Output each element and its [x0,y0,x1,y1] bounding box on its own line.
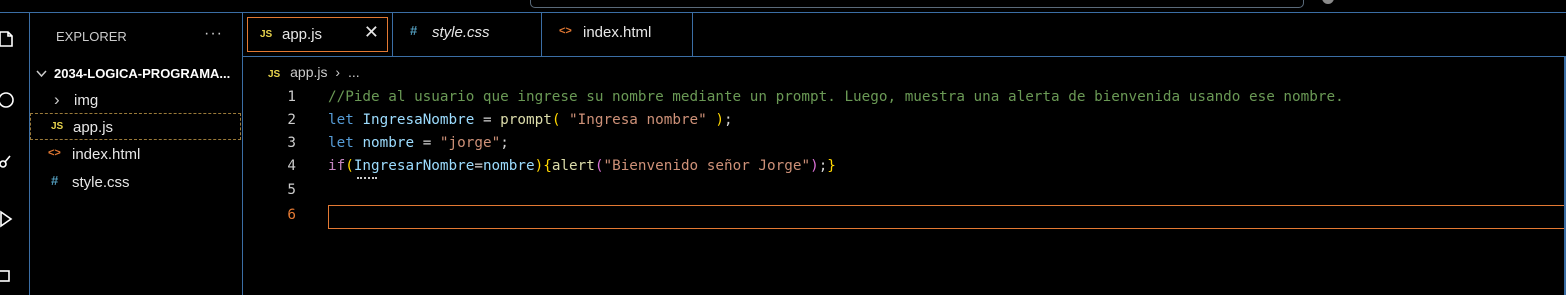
semicolon: ; [500,135,509,151]
explorer-title: EXPLORER [56,29,127,44]
breadcrumb-symbol[interactable]: ... [348,64,360,80]
string: "jorge" [439,135,501,151]
code-line-1: //Pide al usuario que ingrese su nombre … [328,89,1344,105]
tree-item-style-css[interactable]: # style.css [30,169,240,195]
tree-item-app-js[interactable]: JS app.js [30,113,241,140]
operator: = [474,158,483,174]
html-file-icon: <> [559,25,572,37]
function-name: prompt [500,112,552,128]
files-icon[interactable] [0,29,16,49]
chevron-right-icon: › [54,90,60,109]
variable: IngresarNombre [353,158,475,174]
tab-bar: JS app.js ✕ # style.css <> index.html [243,13,1566,56]
css-file-icon: # [51,173,59,188]
command-center-search[interactable] [530,0,1304,8]
tree-item-label: index.html [72,146,141,163]
bracket: { [543,158,552,174]
operator: = [414,135,440,151]
code-line-2: let IngresaNombre = prompt( "Ingresa nom… [328,112,733,128]
tab-index-html[interactable]: <> index.html [541,13,693,56]
line-number: 5 [287,182,296,198]
line-number: 4 [287,158,296,174]
line-number: 2 [287,112,296,128]
js-file-icon: JS [268,69,281,80]
line-number: 3 [287,135,296,151]
tab-label: style.css [432,24,490,41]
tree-item-label: app.js [73,119,114,136]
tree-item-img[interactable]: › img [30,87,240,113]
js-file-icon: JS [51,121,64,132]
tab-label: app.js [282,26,323,43]
keyword: let [328,112,354,128]
bracket: } [827,158,836,174]
tab-label: index.html [583,24,652,41]
function-name: alert [551,158,595,174]
line-number-current: 6 [287,207,296,223]
string: "Bienvenido señor Jorge" [603,158,811,174]
breadcrumb-file[interactable]: app.js [290,64,327,80]
operator: = [474,112,501,128]
css-file-icon: # [410,23,418,38]
tree-item-index-html[interactable]: <> index.html [30,141,240,167]
run-debug-icon[interactable] [0,209,16,229]
current-line-highlight [328,205,1566,229]
semicolon: ; [818,158,828,174]
breadcrumb-separator: › [335,64,341,80]
more-actions-icon[interactable]: ··· [204,25,223,43]
tree-item-label: img [74,92,99,109]
bracket: ) [810,158,819,174]
bracket: ) [534,158,544,174]
search-icon[interactable] [0,90,16,110]
code-editor[interactable]: 1 2 3 4 5 6 //Pide al usuario que ingres… [243,86,1566,295]
html-file-icon: <> [48,147,61,159]
js-file-icon: JS [260,29,273,40]
warning-squiggle [357,177,377,179]
keyword: let [328,135,354,151]
chevron-down-icon [36,67,47,81]
tab-app-js[interactable]: JS app.js ✕ [247,17,388,52]
activity-bar [0,13,29,295]
keyword: if [328,158,346,174]
variable: nombre [482,158,535,174]
folder-name: 2034-LOGICA-PROGRAMA... [54,66,231,81]
code-line-4: if(IngresarNombre=nombre){alert("Bienven… [328,158,836,174]
bracket: ( [345,158,354,174]
explorer-sidebar: EXPLORER ··· 2034-LOGICA-PROGRAMA... › i… [30,13,242,295]
line-number: 1 [287,89,296,105]
variable: nombre [362,135,415,151]
variable: IngresaNombre [362,112,475,128]
close-icon[interactable]: ✕ [364,22,379,43]
semicolon: ; [723,112,733,128]
string: "Ingresa nombre" [560,112,716,128]
bracket: ) [715,112,724,128]
tree-item-label: style.css [72,174,130,191]
extensions-icon[interactable] [0,266,16,286]
tab-style-css[interactable]: # style.css [392,13,542,56]
code-line-3: let nombre = "jorge"; [328,135,509,151]
tabs-divider [243,56,1566,57]
workspace-folder[interactable]: 2034-LOGICA-PROGRAMA... [30,63,242,85]
breadcrumb[interactable]: JS app.js › ... [268,64,360,84]
source-control-icon[interactable] [0,150,16,170]
